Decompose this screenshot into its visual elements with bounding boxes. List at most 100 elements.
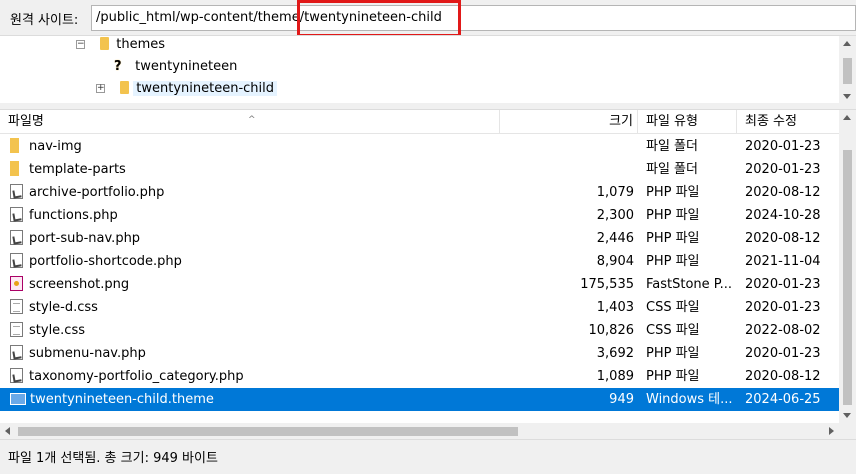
status-bar: 파일 1개 선택됨. 총 크기: 949 바이트 bbox=[0, 439, 856, 474]
column-header-size[interactable]: 크기 bbox=[500, 110, 638, 134]
file-type: PHP 파일 bbox=[646, 185, 700, 200]
file-row[interactable]: submenu-nav.php 3,692 PHP 파일 2020-01-23 bbox=[0, 342, 839, 365]
expand-icon[interactable]: + bbox=[96, 84, 105, 93]
scroll-up-icon[interactable] bbox=[843, 115, 851, 120]
remote-directory-tree: − themes ? twentynineteen + twentyninete… bbox=[0, 35, 856, 103]
question-icon: ? bbox=[114, 59, 122, 74]
scroll-thumb[interactable] bbox=[843, 150, 852, 405]
file-row[interactable]: archive-portfolio.php 1,079 PHP 파일 2020-08-… bbox=[0, 181, 839, 204]
file-name: port-sub-nav.php bbox=[29, 231, 141, 246]
file-date: 2020-01-23 bbox=[745, 277, 821, 292]
file-date: 2022-08-02 bbox=[745, 323, 821, 338]
file-type: PHP 파일 bbox=[646, 346, 700, 361]
file-size: 2,446 bbox=[596, 231, 634, 246]
file-list-vertical-scrollbar[interactable] bbox=[839, 110, 856, 423]
column-label: 크기 bbox=[609, 114, 633, 129]
file-name-cell: functions.php bbox=[10, 204, 498, 227]
file-date: 2020-01-23 bbox=[745, 346, 821, 361]
file-size: 3,692 bbox=[596, 346, 634, 361]
file-row[interactable]: twentynineteen-child.theme 949 Windows 테..… bbox=[0, 388, 839, 411]
tree-vertical-scrollbar[interactable] bbox=[839, 36, 856, 103]
file-name-cell: template-parts bbox=[10, 158, 498, 181]
tree-item-label: twentynineteen-child bbox=[133, 81, 278, 96]
scrollbar-corner bbox=[839, 423, 856, 439]
file-type: CSS 파일 bbox=[646, 300, 700, 315]
file-name: submenu-nav.php bbox=[29, 346, 146, 361]
file-size bbox=[500, 135, 634, 158]
file-name: screenshot.png bbox=[29, 277, 130, 292]
file-size: 8,904 bbox=[596, 254, 634, 269]
file-name: style.css bbox=[29, 323, 85, 338]
file-date: 2024-10-28 bbox=[745, 208, 821, 223]
file-name: functions.php bbox=[29, 208, 118, 223]
remote-path-input[interactable]: /public_html/wp-content/theme/twentynine… bbox=[91, 5, 856, 31]
file-row[interactable]: taxonomy-portfolio_category.php 1,089 PHP … bbox=[0, 365, 839, 388]
file-type: PHP 파일 bbox=[646, 208, 700, 223]
tree-item-label: twentynineteen bbox=[135, 59, 238, 74]
file-size: 949 bbox=[609, 392, 634, 407]
file-name: twentynineteen-child.theme bbox=[30, 392, 214, 407]
file-name: taxonomy-portfolio_category.php bbox=[29, 369, 244, 384]
file-size: 2,300 bbox=[596, 208, 634, 223]
scroll-thumb[interactable] bbox=[843, 58, 852, 84]
file-type: PHP 파일 bbox=[646, 254, 700, 269]
folder-icon bbox=[120, 81, 130, 94]
file-row[interactable]: template-parts 파일 폴더 2020-01-23 bbox=[0, 158, 839, 181]
scroll-right-icon[interactable] bbox=[829, 427, 834, 435]
php-file-icon bbox=[10, 253, 23, 268]
column-header-type[interactable]: 파일 유형 bbox=[638, 110, 737, 134]
file-date: 2020-01-23 bbox=[745, 139, 821, 154]
column-label: 파일 유형 bbox=[646, 114, 698, 129]
file-type: PHP 파일 bbox=[646, 231, 700, 246]
file-name: nav-img bbox=[29, 139, 82, 154]
path-prefix: /public_html/wp-content/theme bbox=[96, 10, 300, 25]
scroll-up-icon[interactable] bbox=[843, 41, 851, 46]
tree-item-twentynineteen[interactable]: ? twentynineteen bbox=[114, 56, 240, 78]
theme-file-icon bbox=[10, 393, 26, 405]
file-name-cell: screenshot.png bbox=[10, 273, 498, 296]
file-name-cell: taxonomy-portfolio_category.php bbox=[10, 365, 498, 388]
file-name: archive-portfolio.php bbox=[29, 185, 165, 200]
scroll-thumb[interactable] bbox=[18, 427, 518, 436]
scroll-left-icon[interactable] bbox=[5, 427, 10, 435]
file-name-cell: archive-portfolio.php bbox=[10, 181, 498, 204]
file-row[interactable]: nav-img 파일 폴더 2020-01-23 bbox=[0, 135, 839, 158]
file-size: 10,826 bbox=[588, 323, 635, 338]
file-row[interactable]: functions.php 2,300 PHP 파일 2024-10-28 bbox=[0, 204, 839, 227]
collapse-icon[interactable]: − bbox=[76, 40, 85, 49]
file-date: 2020-01-23 bbox=[745, 300, 821, 315]
file-type: CSS 파일 bbox=[646, 323, 700, 338]
column-header-date[interactable]: 최종 수정 bbox=[737, 110, 839, 134]
file-size bbox=[500, 158, 634, 181]
file-name-cell: nav-img bbox=[10, 135, 498, 158]
file-type: 파일 폴더 bbox=[646, 139, 698, 154]
tree-item-themes[interactable]: − themes bbox=[76, 36, 168, 56]
file-date: 2021-11-04 bbox=[745, 254, 821, 269]
tree-item-twentynineteen-child[interactable]: + twentynineteen-child bbox=[96, 78, 278, 100]
file-row[interactable]: style.css 10,826 CSS 파일 2022-08-02 bbox=[0, 319, 839, 342]
file-row[interactable]: port-sub-nav.php 2,446 PHP 파일 2020-08-12 bbox=[0, 227, 839, 250]
scroll-down-icon[interactable] bbox=[843, 413, 851, 418]
file-name-cell: submenu-nav.php bbox=[10, 342, 498, 365]
png-file-icon bbox=[10, 276, 23, 291]
file-date: 2020-01-23 bbox=[745, 162, 821, 177]
status-text: 파일 1개 선택됨. 총 크기: 949 바이트 bbox=[8, 451, 218, 466]
file-size: 1,089 bbox=[596, 369, 634, 384]
file-name: portfolio-shortcode.php bbox=[29, 254, 182, 269]
remote-site-bar: 원격 사이트: /public_html/wp-content/theme/tw… bbox=[0, 0, 856, 37]
file-list-horizontal-scrollbar[interactable] bbox=[0, 423, 839, 439]
file-name-cell: style.css bbox=[10, 319, 498, 342]
column-header-name[interactable]: 파일명 ^ bbox=[0, 110, 500, 134]
php-file-icon bbox=[10, 207, 23, 222]
file-size: 1,403 bbox=[596, 300, 634, 315]
folder-file-icon bbox=[10, 161, 19, 176]
php-file-icon bbox=[10, 345, 23, 360]
file-list-header: 파일명 ^ 크기 파일 유형 최종 수정 bbox=[0, 110, 839, 134]
file-row[interactable]: screenshot.png 175,535 FastStone P... 2020-… bbox=[0, 273, 839, 296]
file-row[interactable]: portfolio-shortcode.php 8,904 PHP 파일 2021-1… bbox=[0, 250, 839, 273]
file-type: PHP 파일 bbox=[646, 369, 700, 384]
scroll-down-icon[interactable] bbox=[843, 94, 851, 99]
file-type: Windows 테... bbox=[646, 392, 733, 407]
remote-file-list: 파일명 ^ 크기 파일 유형 최종 수정 nav-img 파일 폴더 2020-01… bbox=[0, 109, 856, 439]
file-row[interactable]: style-d.css 1,403 CSS 파일 2020-01-23 bbox=[0, 296, 839, 319]
